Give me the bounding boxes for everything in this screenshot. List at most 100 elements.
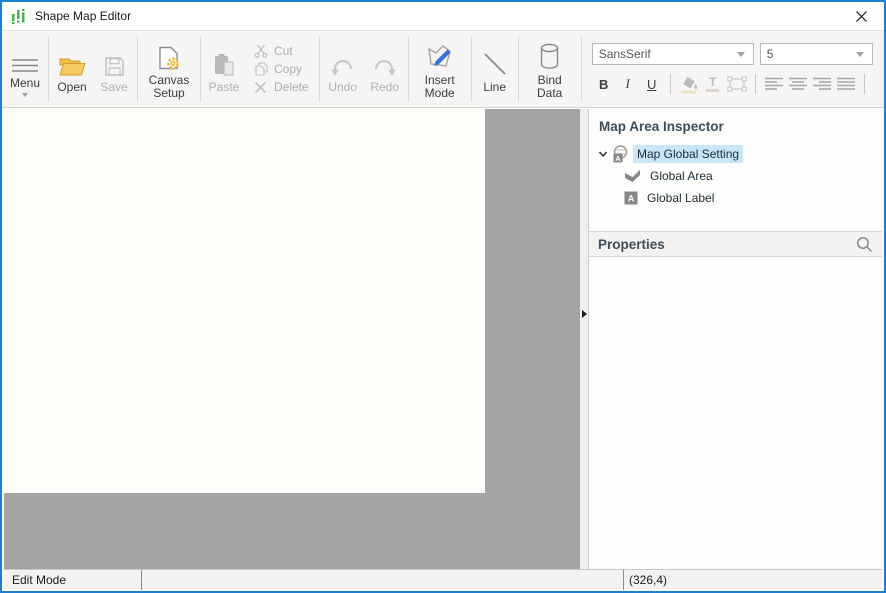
properties-header: Properties — [589, 231, 882, 257]
paint-bucket-icon — [679, 75, 699, 94]
toolbar-separator — [48, 36, 49, 102]
properties-search-button[interactable] — [856, 236, 873, 253]
toolbar-separator — [755, 74, 756, 94]
menu-caret-icon — [22, 93, 28, 97]
align-center-button[interactable] — [786, 73, 810, 95]
main-area: Map Area Inspector A — [4, 109, 882, 569]
tree-label[interactable]: Global Label — [643, 189, 718, 207]
toolbar: Menu Open Save — [2, 30, 884, 108]
toolbar-separator — [581, 36, 582, 102]
italic-button[interactable]: I — [616, 73, 640, 95]
tree-item-global-label[interactable]: A Global Label — [597, 187, 874, 209]
panel-splitter[interactable] — [580, 109, 589, 569]
global-area-icon — [624, 169, 641, 183]
tree-label[interactable]: Global Area — [646, 167, 717, 185]
inspector-title: Map Area Inspector — [599, 119, 874, 134]
fit-frame-button[interactable] — [725, 73, 749, 95]
toolbar-separator — [408, 36, 409, 102]
underline-button[interactable]: U — [640, 73, 664, 95]
align-center-icon — [789, 77, 807, 91]
align-justify-icon — [837, 77, 855, 91]
line-label: Line — [483, 81, 506, 94]
font-family-value: SansSerif — [599, 47, 651, 61]
titlebar: Shape Map Editor — [2, 2, 884, 30]
frame-handles-icon — [727, 76, 747, 92]
line-button[interactable]: Line — [474, 31, 516, 107]
paste-clipboard-icon — [213, 45, 236, 77]
search-icon — [856, 236, 873, 253]
status-mode: Edit Mode — [4, 573, 141, 587]
canvas-setup-label: Canvas Setup — [145, 74, 193, 100]
tree-label[interactable]: Map Global Setting — [633, 145, 743, 163]
status-coordinates: (326,4) — [624, 573, 667, 587]
toolbar-separator — [471, 36, 472, 102]
properties-title: Properties — [598, 237, 665, 252]
bind-data-button[interactable]: Bind Data — [521, 31, 579, 107]
line-icon — [482, 45, 508, 77]
insert-mode-button[interactable]: Insert Mode — [411, 31, 469, 107]
text-color-icon: T — [706, 77, 719, 92]
font-size-dropdown[interactable]: 5 — [760, 43, 873, 65]
window-title: Shape Map Editor — [35, 9, 131, 23]
toolbar-separator — [518, 36, 519, 102]
hamburger-icon — [12, 41, 38, 73]
dropdown-arrow-icon — [737, 52, 745, 57]
insert-mode-label: Insert Mode — [416, 74, 464, 100]
align-left-button[interactable] — [762, 73, 786, 95]
fill-color-button[interactable] — [677, 73, 701, 95]
edit-group: Cut Copy Delete — [245, 31, 317, 107]
delete-label: Delete — [274, 80, 309, 94]
canvas-setup-button[interactable]: Canvas Setup — [140, 31, 198, 107]
save-floppy-icon — [104, 45, 125, 77]
toolbar-separator — [319, 36, 320, 102]
align-justify-button[interactable] — [834, 73, 858, 95]
menu-label: Menu — [10, 77, 40, 90]
save-button[interactable]: Save — [93, 31, 135, 107]
undo-button[interactable]: Undo — [322, 31, 364, 107]
redo-label: Redo — [370, 81, 399, 94]
map-area-inspector: Map Area Inspector A — [589, 109, 882, 231]
svg-text:A: A — [615, 154, 621, 163]
toolbar-separator — [670, 74, 671, 94]
properties-body — [589, 257, 882, 569]
undo-arrow-icon — [330, 45, 355, 77]
copy-label: Copy — [274, 62, 302, 76]
canvas-viewport[interactable] — [4, 109, 580, 569]
statusbar: Edit Mode (326,4) — [4, 569, 882, 589]
copy-button[interactable]: Copy — [253, 62, 309, 76]
delete-x-icon — [253, 81, 268, 94]
global-label-icon: A — [624, 191, 638, 205]
toolbar-separator — [864, 74, 865, 94]
toolbar-separator — [137, 36, 138, 102]
open-button[interactable]: Open — [51, 31, 93, 107]
redo-arrow-icon — [372, 45, 397, 77]
bold-button[interactable]: B — [592, 73, 616, 95]
right-panel: Map Area Inspector A — [589, 109, 882, 569]
tree-item-map-global-setting[interactable]: A Map Global Setting — [597, 143, 874, 165]
font-size-value: 5 — [767, 47, 774, 61]
font-family-dropdown[interactable]: SansSerif — [592, 43, 754, 65]
align-right-button[interactable] — [810, 73, 834, 95]
paste-button[interactable]: Paste — [203, 31, 245, 107]
tree-item-global-area[interactable]: Global Area — [597, 165, 874, 187]
undo-label: Undo — [328, 81, 357, 94]
cut-label: Cut — [274, 44, 293, 58]
close-button[interactable] — [850, 5, 872, 27]
format-group: SansSerif 5 B I U — [584, 31, 881, 107]
text-color-button[interactable]: T — [701, 73, 725, 95]
open-folder-icon — [59, 45, 86, 77]
bind-data-cylinder-icon — [539, 38, 560, 70]
canvas-page[interactable] — [4, 109, 485, 493]
splitter-collapse-icon[interactable] — [582, 310, 587, 318]
chevron-down-icon[interactable] — [597, 149, 609, 159]
save-label: Save — [100, 81, 127, 94]
toolbar-separator — [200, 36, 201, 102]
cut-button[interactable]: Cut — [253, 44, 309, 58]
bind-data-label: Bind Data — [526, 74, 574, 100]
redo-button[interactable]: Redo — [364, 31, 406, 107]
open-label: Open — [57, 81, 86, 94]
menu-button[interactable]: Menu — [4, 31, 46, 107]
map-global-setting-icon: A — [611, 145, 628, 163]
cut-scissors-icon — [253, 44, 268, 58]
delete-button[interactable]: Delete — [253, 80, 309, 94]
